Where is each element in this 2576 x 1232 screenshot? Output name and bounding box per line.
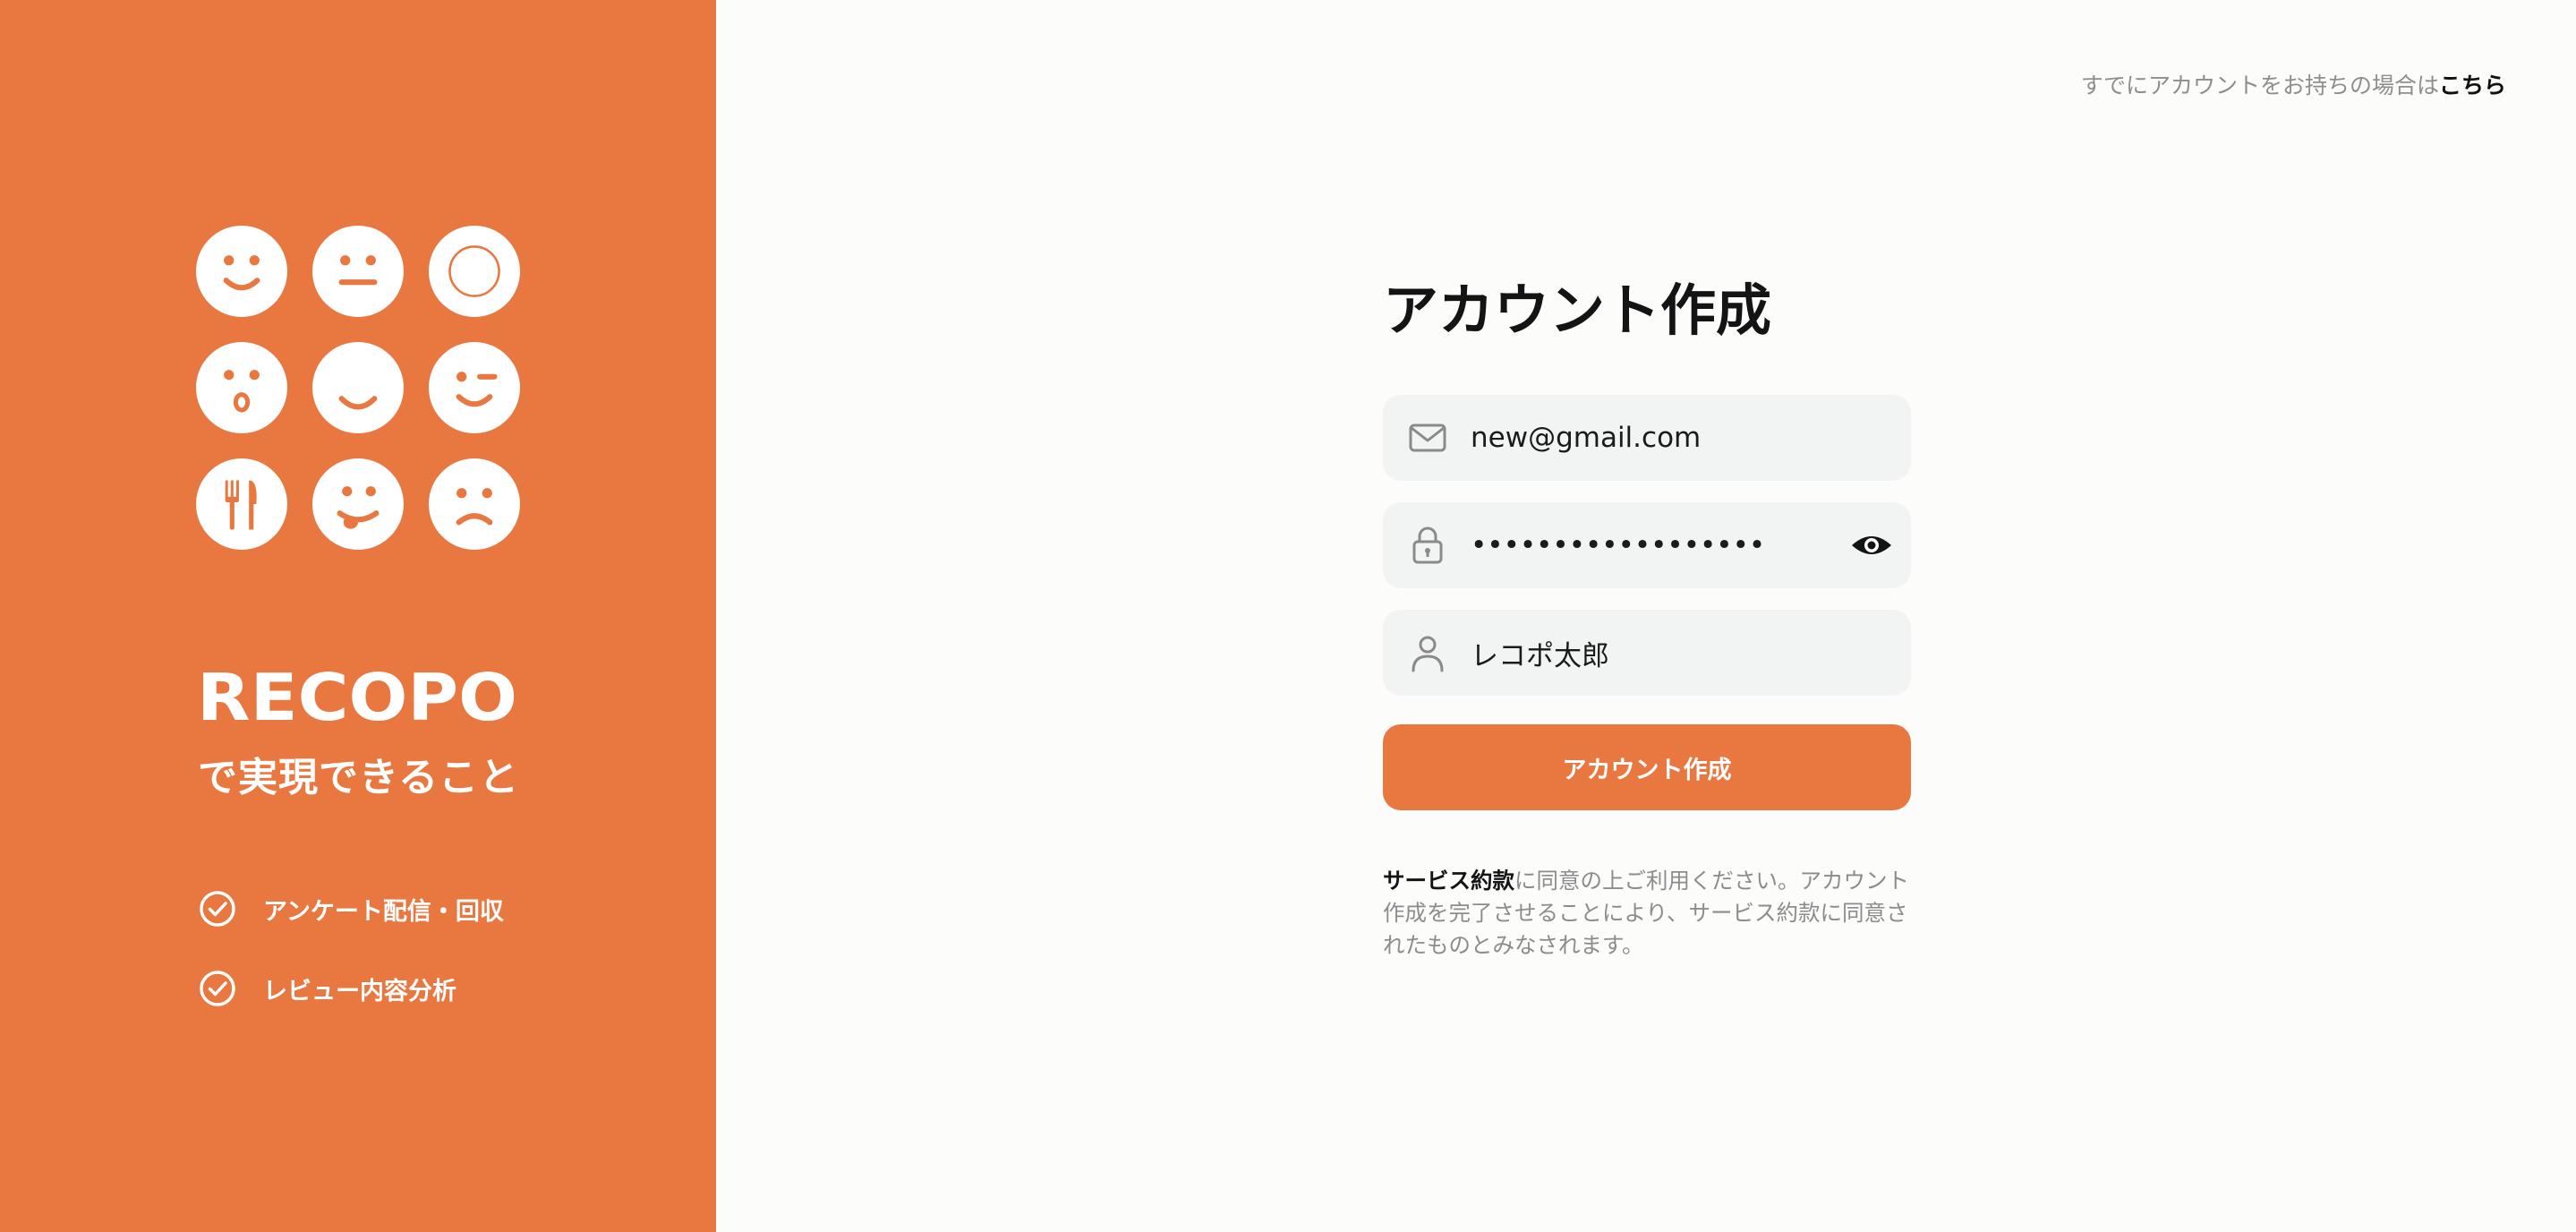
logo-text: RECOPO — [197, 663, 517, 727]
password-field[interactable] — [1383, 502, 1911, 588]
page-title: アカウント作成 — [1383, 278, 1772, 343]
feature-label: アンケート配信・回収 — [263, 897, 504, 926]
brand-panel: RECOPO で実現できること アンケート配信・回収 レビュー内容分析 — [0, 0, 716, 1232]
name-field[interactable] — [1383, 610, 1911, 696]
happy-face-icon — [312, 342, 404, 433]
lock-icon — [1406, 524, 1449, 567]
mail-icon — [1406, 416, 1449, 459]
email-field[interactable] — [1383, 395, 1911, 481]
password-input[interactable] — [1471, 502, 1847, 588]
terms-link[interactable]: サービス約款 — [1383, 868, 1514, 894]
surprised-face-icon — [196, 342, 287, 433]
terms-notice: サービス約款に同意の上ご利用ください。アカウント作成を完了させることにより、サー… — [1383, 865, 1911, 962]
fork-knife-icon — [196, 458, 287, 550]
user-icon — [1406, 631, 1449, 674]
feature-item: レビュー内容分析 — [199, 969, 456, 1008]
neutral-face-icon — [312, 226, 404, 317]
login-link[interactable]: こちら — [2439, 73, 2506, 98]
check-circle-icon — [200, 891, 235, 927]
email-input[interactable] — [1471, 395, 1847, 481]
feature-label: レビュー内容分析 — [263, 977, 456, 1005]
tongue-face-icon — [312, 458, 404, 550]
feature-item: アンケート配信・回収 — [199, 889, 504, 928]
circle-face-icon — [429, 226, 520, 317]
face-icon-grid — [196, 226, 520, 550]
eye-icon[interactable] — [1848, 522, 1895, 569]
smile-face-icon — [196, 226, 287, 317]
recopo-logo: RECOPO — [195, 663, 519, 727]
brand-tagline: で実現できること — [198, 755, 520, 800]
check-circle-icon — [200, 971, 235, 1006]
sad-face-icon — [429, 458, 520, 550]
login-prompt-text: すでにアカウントをお持ちの場合は — [2080, 73, 2439, 98]
login-prompt: すでにアカウントをお持ちの場合はこちら — [2081, 68, 2506, 100]
name-input[interactable] — [1471, 610, 1847, 696]
create-account-button[interactable]: アカウント作成 — [1383, 724, 1911, 810]
wink-face-icon — [429, 342, 520, 433]
